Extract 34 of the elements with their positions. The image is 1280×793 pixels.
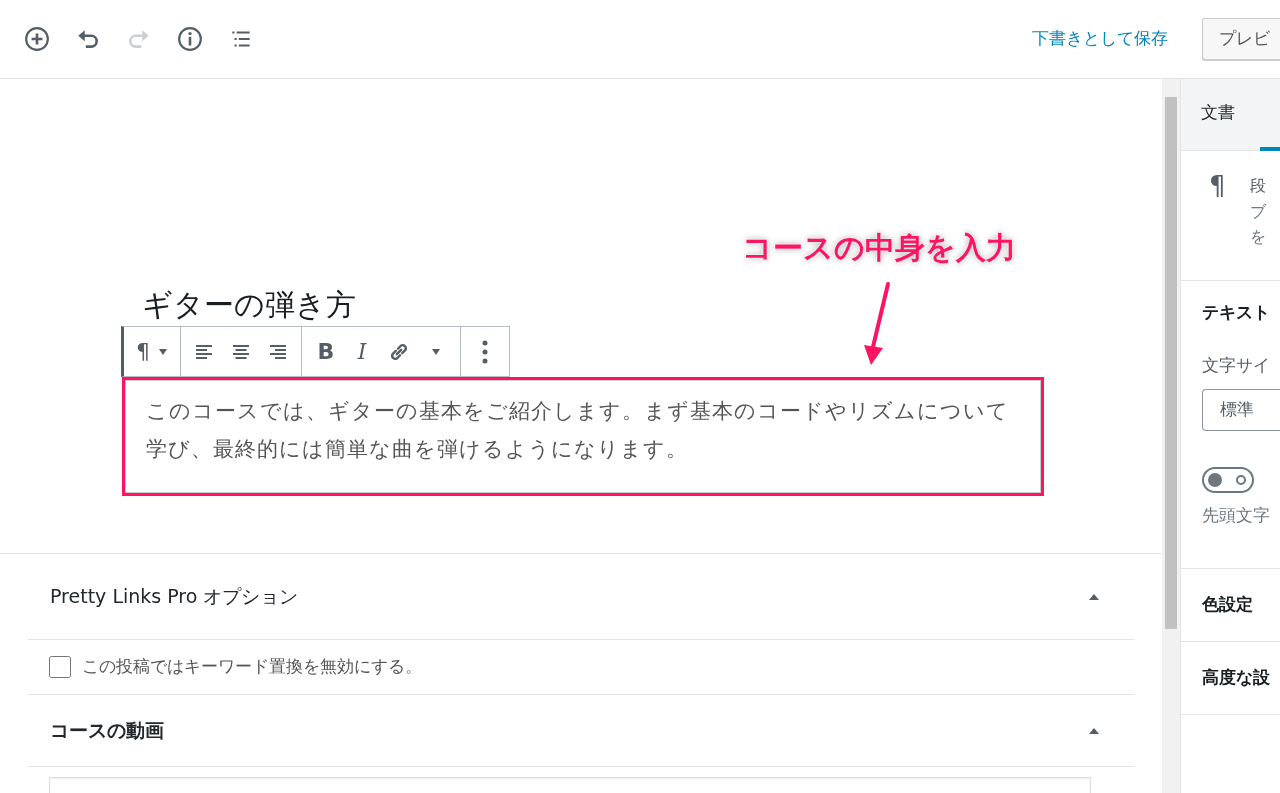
- toggle-switch[interactable]: [1202, 466, 1254, 493]
- save-draft-link[interactable]: 下書きとして保存: [1032, 26, 1168, 52]
- caret-icon: [1088, 726, 1100, 735]
- post-title[interactable]: ギターの弾き方: [142, 287, 356, 323]
- add-icon: [24, 26, 50, 52]
- scrollbar[interactable]: [1162, 79, 1180, 793]
- font-size-select[interactable]: 標準: [1202, 388, 1280, 431]
- paragraph-block[interactable]: このコースでは、ギターの基本をご紹介します。まず基本のコードやリズムについて学び、最終的には簡単な曲を弾けるようになります。: [125, 380, 1041, 493]
- panel-title[interactable]: コースの動画: [50, 716, 164, 745]
- paragraph-icon: ¶: [1209, 173, 1226, 280]
- toolbar-button[interactable]: [175, 24, 205, 54]
- section-title[interactable]: テキスト: [1202, 281, 1280, 345]
- caret-icon: [158, 347, 168, 356]
- caret-icon: [1088, 592, 1100, 601]
- block-description: を: [1249, 226, 1266, 249]
- section-title[interactable]: 高度な設: [1202, 642, 1280, 714]
- italic-button[interactable]: I: [344, 331, 380, 372]
- scrollbar-thumb[interactable]: [1165, 97, 1177, 629]
- paragraph-button[interactable]: ¶: [130, 331, 174, 372]
- annotation-label: コースの中身を入力: [742, 229, 1016, 267]
- bold-button[interactable]: B: [308, 331, 344, 372]
- section-title[interactable]: 色設定: [1202, 569, 1280, 641]
- checkbox-label: この投稿ではキーワード置換を無効にする。: [82, 655, 422, 679]
- block-description: ブ: [1249, 200, 1266, 223]
- preview-button[interactable]: プレビ: [1202, 18, 1280, 60]
- block-name: 段: [1249, 175, 1266, 197]
- vertical-dots-icon: [482, 339, 488, 364]
- field-label: 文字サイ: [1202, 354, 1271, 377]
- panel-title[interactable]: Pretty Links Pro オプション: [50, 582, 299, 611]
- checkbox[interactable]: [49, 656, 71, 678]
- toolbar-button[interactable]: [22, 24, 52, 54]
- caret-icon: [431, 347, 441, 356]
- toggle-label: 先頭文字: [1202, 503, 1271, 527]
- info-icon: [177, 26, 203, 52]
